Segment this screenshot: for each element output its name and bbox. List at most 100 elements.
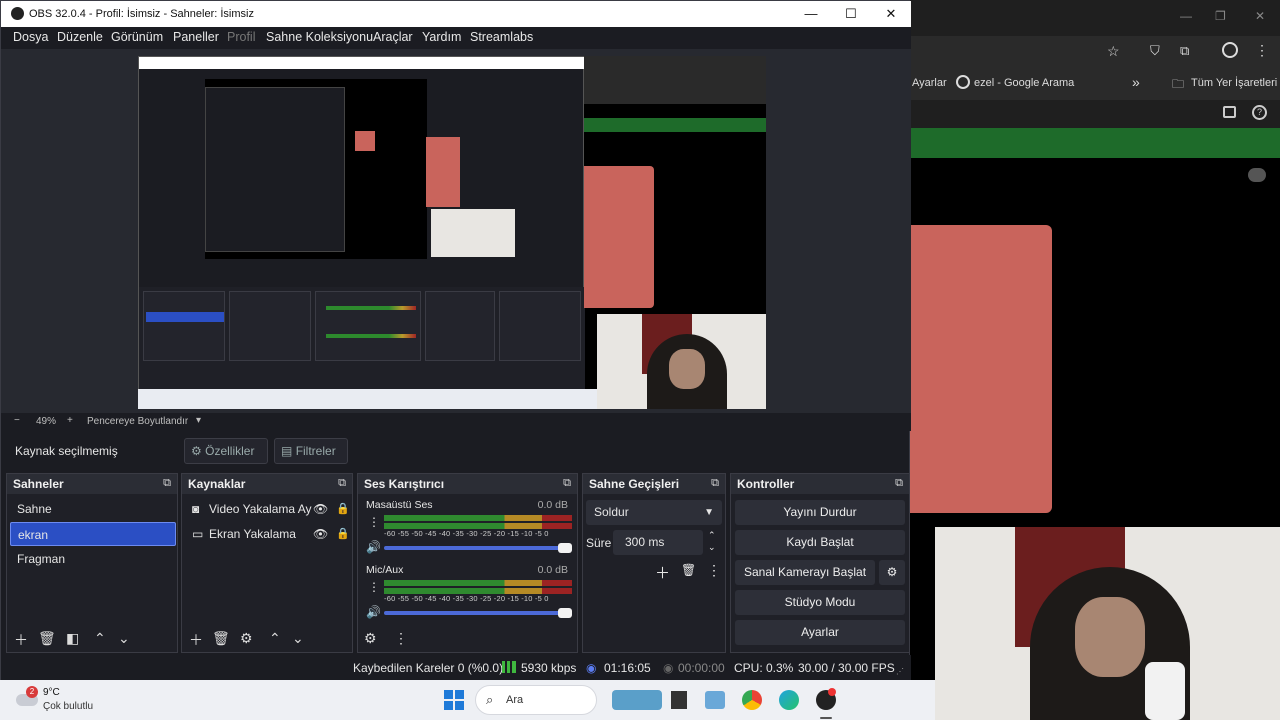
browser-close-icon[interactable]: ✕	[1255, 9, 1265, 23]
undock-icon[interactable]: ⧉	[338, 477, 346, 490]
transition-menu-icon[interactable]: ⋮	[707, 562, 721, 579]
weather-widget[interactable]: 2	[16, 686, 40, 712]
move-down-icon[interactable]: ⌄	[292, 630, 304, 647]
visibility-eye-icon[interactable]: 👁	[313, 497, 328, 521]
lock-icon[interactable]: 🔒	[336, 497, 350, 521]
stepper-up-icon[interactable]: ⌃	[708, 530, 716, 541]
volume-slider[interactable]	[384, 608, 572, 618]
undock-icon[interactable]: ⧉	[163, 477, 171, 490]
undock-icon[interactable]: ⧉	[895, 477, 903, 490]
scene-item-ekran[interactable]: ekran	[10, 522, 176, 546]
studio-mode-button[interactable]: Stüdyo Modu	[735, 590, 905, 615]
volume-knob[interactable]	[558, 608, 572, 618]
preview-canvas[interactable]	[138, 56, 766, 409]
advanced-audio-icon[interactable]: ⚙	[364, 630, 377, 647]
channel-menu-icon[interactable]: ⋮	[368, 515, 380, 529]
chat-icon[interactable]	[1248, 168, 1266, 182]
minimize-button[interactable]: —	[791, 1, 831, 27]
menu-sahne-koleksiyonu[interactable]: Sahne Koleksiyonu	[266, 30, 373, 44]
bookmark-google[interactable]: ezel - Google Arama	[974, 77, 1074, 89]
bookmarks-more[interactable]: »	[1132, 74, 1140, 90]
duration-input[interactable]: 300 ms	[613, 530, 703, 555]
filters-button[interactable]: ▤ Filtreler	[274, 438, 348, 464]
mixer-menu-icon[interactable]: ⋮	[394, 630, 408, 647]
stepper-down-icon[interactable]: ⌄	[708, 542, 716, 553]
zoom-out-button[interactable]: −	[14, 415, 20, 426]
start-menu-icon[interactable]	[444, 690, 464, 710]
browser-address-bar[interactable]: ☆ ⛉ ⧉ ⋮	[910, 36, 1280, 68]
volume-slider[interactable]	[384, 543, 572, 553]
start-recording-button[interactable]: Kaydı Başlat	[735, 530, 905, 555]
widgets-app-icon[interactable]	[612, 690, 662, 710]
move-up-icon[interactable]: ⌃	[94, 630, 106, 647]
profile-icon[interactable]	[1222, 42, 1238, 58]
bookmark-ayarlar[interactable]: Ayarlar	[912, 77, 947, 89]
browser-maximize-icon[interactable]: ❐	[1215, 9, 1226, 23]
stop-stream-button[interactable]: Yayını Durdur	[735, 500, 905, 525]
add-source-icon[interactable]: ＋	[189, 630, 203, 650]
resize-grip-icon[interactable]: ⋰	[896, 667, 904, 676]
close-button[interactable]: ✕	[871, 1, 911, 27]
settings-button[interactable]: Ayarlar	[735, 620, 905, 645]
search-label: Ara	[506, 694, 524, 706]
speaker-icon[interactable]: 🔊	[366, 605, 381, 619]
move-up-icon[interactable]: ⌃	[269, 630, 281, 647]
chrome-icon[interactable]	[742, 690, 762, 710]
scene-item-sahne[interactable]: Sahne	[10, 497, 176, 521]
speaker-icon[interactable]: 🔊	[366, 540, 381, 554]
bookmark-all[interactable]: Tüm Yer İşaretleri	[1191, 77, 1277, 89]
photos-app-icon[interactable]	[705, 691, 725, 709]
shield-icon[interactable]: ⛉	[1150, 43, 1160, 59]
undock-icon[interactable]: ⧉	[563, 477, 571, 490]
nested-scenes	[143, 291, 225, 361]
webcam-microphone	[1145, 662, 1185, 720]
menu-profil[interactable]: Profil	[227, 30, 255, 44]
star-icon[interactable]: ☆	[1107, 43, 1120, 60]
virtual-camera-settings-button[interactable]: ⚙	[879, 560, 905, 585]
filter-icon[interactable]: ◧	[66, 630, 79, 647]
fit-dropdown-icon[interactable]: ▾	[196, 415, 201, 426]
menu-yardim[interactable]: Yardım	[422, 30, 461, 44]
volume-knob[interactable]	[558, 543, 572, 553]
scene-item-fragman[interactable]: Fragman	[10, 547, 176, 571]
edge-icon[interactable]	[779, 690, 799, 710]
obs-window: OBS 32.0.4 - Profil: İsimsiz - Sahneler:…	[0, 0, 911, 681]
menu-gorunum[interactable]: Görünüm	[111, 30, 163, 44]
remove-source-icon[interactable]: 🗑	[212, 630, 230, 647]
move-down-icon[interactable]: ⌄	[118, 630, 130, 647]
fit-to-window-label[interactable]: Pencereye Boyutlandır	[87, 416, 188, 427]
start-virtual-camera-button[interactable]: Sanal Kamerayı Başlat	[735, 560, 875, 585]
browser-menu-icon[interactable]: ⋮	[1255, 42, 1269, 59]
transition-select[interactable]: Soldur ▼	[586, 500, 722, 525]
remove-scene-icon[interactable]: 🗑	[38, 630, 56, 647]
menu-streamlabs[interactable]: Streamlabs	[470, 30, 533, 44]
properties-button[interactable]: ⚙ Özellikler	[184, 438, 268, 464]
menu-dosya[interactable]: Dosya	[13, 30, 48, 44]
mixer-channel-mic: Mic/Aux 0.0 dB ⋮ -60 -55 -50 -45 -40 -35…	[362, 564, 574, 624]
green-banner	[910, 128, 1280, 158]
source-settings-icon[interactable]: ⚙	[240, 630, 253, 647]
browser-minimize-icon[interactable]: —	[1180, 9, 1192, 23]
zoom-in-button[interactable]: +	[67, 415, 73, 426]
source-item-video[interactable]: ◙ Video Yakalama Ay 👁 🔒	[186, 497, 351, 521]
menu-duzenle[interactable]: Düzenle	[57, 30, 103, 44]
menu-araclar[interactable]: Araçlar	[373, 30, 413, 44]
undock-icon[interactable]: ⧉	[711, 477, 719, 490]
source-item-screen[interactable]: ▭ Ekran Yakalama 👁 🔒	[186, 522, 351, 546]
taskbar-search[interactable]: ⌕ Ara	[475, 685, 597, 715]
inbox-icon[interactable]	[1223, 106, 1236, 118]
title-bar[interactable]: OBS 32.0.4 - Profil: İsimsiz - Sahneler:…	[1, 1, 911, 27]
file-app-icon[interactable]	[671, 691, 687, 709]
remove-transition-icon[interactable]: 🗑	[681, 563, 696, 577]
extensions-icon[interactable]: ⧉	[1180, 43, 1189, 59]
channel-menu-icon[interactable]: ⋮	[368, 580, 380, 594]
add-scene-icon[interactable]: ＋	[14, 630, 28, 650]
maximize-button[interactable]: ☐	[831, 1, 871, 27]
help-icon[interactable]: ?	[1252, 105, 1267, 120]
menu-paneller[interactable]: Paneller	[173, 30, 219, 44]
lock-icon[interactable]: 🔒	[336, 522, 350, 546]
nested-transitions	[425, 291, 495, 361]
webcam-overlay	[935, 527, 1280, 720]
add-transition-icon[interactable]: ＋	[655, 562, 670, 583]
visibility-eye-icon[interactable]: 👁	[313, 522, 328, 546]
